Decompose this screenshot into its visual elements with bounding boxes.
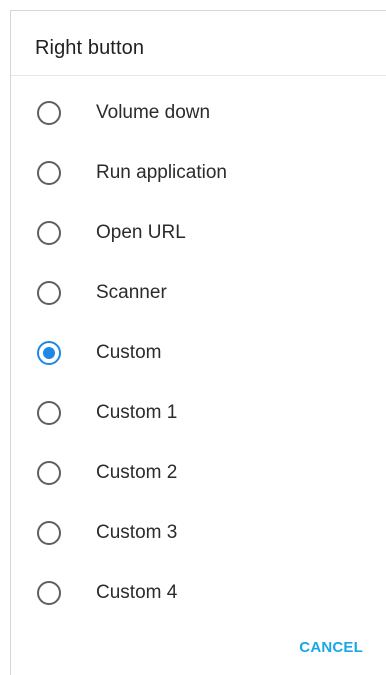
option-label: Custom 2 — [96, 462, 178, 483]
option-label: Custom — [96, 342, 162, 363]
option-volume-down[interactable]: Volume down — [11, 82, 386, 142]
radio-button[interactable] — [37, 521, 61, 545]
option-label: Scanner — [96, 282, 167, 303]
radio-button[interactable] — [37, 461, 61, 485]
option-custom-4[interactable]: Custom 4 — [11, 562, 386, 622]
radio-choice-dialog: Right button Volume down Run application… — [11, 11, 386, 675]
radio-button-selected[interactable] — [37, 341, 61, 365]
options-list: Volume down Run application Open URL Sca… — [11, 82, 386, 622]
radio-button[interactable] — [37, 101, 61, 125]
option-label: Custom 1 — [96, 402, 178, 423]
title-divider — [11, 75, 386, 76]
radio-button[interactable] — [37, 401, 61, 425]
dialog-title: Right button — [35, 37, 145, 59]
radio-button[interactable] — [37, 581, 61, 605]
cancel-button[interactable]: CANCEL — [299, 639, 363, 656]
radio-button[interactable] — [37, 281, 61, 305]
option-label: Custom 3 — [96, 522, 178, 543]
option-run-application[interactable]: Run application — [11, 142, 386, 202]
option-custom-1[interactable]: Custom 1 — [11, 382, 386, 442]
option-custom[interactable]: Custom — [11, 322, 386, 382]
option-custom-3[interactable]: Custom 3 — [11, 502, 386, 562]
radio-button[interactable] — [37, 221, 61, 245]
option-open-url[interactable]: Open URL — [11, 202, 386, 262]
option-label: Custom 4 — [96, 582, 178, 603]
option-label: Run application — [96, 162, 227, 183]
option-label: Volume down — [96, 102, 211, 123]
option-label: Open URL — [96, 222, 186, 243]
option-custom-2[interactable]: Custom 2 — [11, 442, 386, 502]
option-scanner[interactable]: Scanner — [11, 262, 386, 322]
radio-button[interactable] — [37, 161, 61, 185]
